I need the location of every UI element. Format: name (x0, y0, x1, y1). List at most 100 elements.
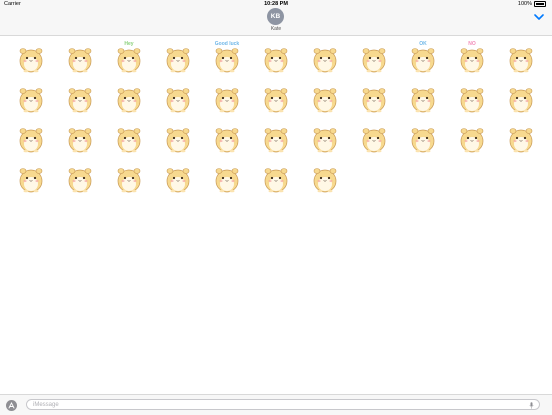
hamster-image (166, 88, 189, 113)
battery-status: 100% (518, 1, 546, 7)
hamster-sticker-1[interactable] (6, 38, 55, 78)
hamster-sticker-22[interactable] (496, 78, 545, 118)
hamster-image (509, 48, 532, 73)
hamster-image (264, 168, 287, 193)
sticker-caption: Good luck (214, 41, 239, 47)
status-bar: Carrier 10:28 PM 100% (0, 0, 552, 8)
hamster-image (166, 168, 189, 193)
hamster-sticker-31[interactable] (398, 118, 447, 158)
app-store-icon (8, 402, 15, 409)
hamster-image (509, 128, 532, 153)
hamster-image (460, 88, 483, 113)
hamster-image (264, 88, 287, 113)
hamster-sticker-9[interactable]: OK (398, 38, 447, 78)
hamster-sticker-40[interactable] (300, 158, 349, 198)
sticker-grid: Hey Good luck OK NO (6, 38, 546, 198)
contact-name[interactable]: Kate (0, 26, 552, 32)
hamster-image (117, 128, 140, 153)
hamster-image (362, 128, 385, 153)
sticker-caption: NO (468, 41, 476, 47)
hamster-image (313, 88, 336, 113)
battery-percentage: 100% (517, 1, 532, 7)
hamster-sticker-13[interactable] (55, 78, 104, 118)
hamster-sticker-16[interactable] (202, 78, 251, 118)
hamster-sticker-32[interactable] (447, 118, 496, 158)
hamster-sticker-34[interactable] (6, 158, 55, 198)
hamster-sticker-30[interactable] (349, 118, 398, 158)
message-bar: iMessage (0, 394, 552, 415)
status-time: 10:28 PM (264, 1, 288, 7)
hamster-image (68, 168, 91, 193)
hamster-image (509, 88, 532, 113)
conversation-header: KB Kate (0, 8, 552, 36)
hamster-image (166, 128, 189, 153)
hamster-sticker-18[interactable] (300, 78, 349, 118)
hamster-sticker-20[interactable] (398, 78, 447, 118)
hamster-image (215, 168, 238, 193)
hamster-sticker-17[interactable] (251, 78, 300, 118)
message-input[interactable]: iMessage (26, 399, 540, 410)
sticker-caption: Hey (124, 41, 133, 47)
hamster-sticker-37[interactable] (153, 158, 202, 198)
hamster-image: Good luck (214, 41, 239, 73)
hamster-image (19, 88, 42, 113)
hamster-image (362, 48, 385, 73)
hamster-image (68, 88, 91, 113)
hamster-sticker-10[interactable]: NO (447, 38, 496, 78)
hamster-image (117, 168, 140, 193)
hamster-image (19, 168, 42, 193)
hamster-image: Hey (117, 41, 140, 73)
hamster-sticker-33[interactable] (496, 118, 545, 158)
hamster-sticker-23[interactable] (6, 118, 55, 158)
contact-avatar[interactable]: KB (267, 8, 284, 25)
hamster-image (264, 48, 287, 73)
hamster-sticker-38[interactable] (202, 158, 251, 198)
hamster-sticker-14[interactable] (104, 78, 153, 118)
hamster-sticker-36[interactable] (104, 158, 153, 198)
hamster-sticker-24[interactable] (55, 118, 104, 158)
hamster-image (19, 128, 42, 153)
hamster-image (68, 128, 91, 153)
hamster-sticker-6[interactable] (251, 38, 300, 78)
chevron-down-icon[interactable] (534, 13, 544, 21)
hamster-image (215, 128, 238, 153)
microphone-icon[interactable] (529, 402, 534, 409)
hamster-sticker-2[interactable] (55, 38, 104, 78)
hamster-sticker-28[interactable] (251, 118, 300, 158)
hamster-sticker-27[interactable] (202, 118, 251, 158)
hamster-image: NO (460, 41, 483, 73)
hamster-image (68, 48, 91, 73)
hamster-image (411, 128, 434, 153)
sticker-caption: OK (419, 41, 427, 47)
hamster-image (362, 88, 385, 113)
hamster-image (313, 48, 336, 73)
hamster-sticker-3[interactable]: Hey (104, 38, 153, 78)
hamster-sticker-39[interactable] (251, 158, 300, 198)
hamster-sticker-15[interactable] (153, 78, 202, 118)
hamster-sticker-4[interactable] (153, 38, 202, 78)
hamster-sticker-12[interactable] (6, 78, 55, 118)
hamster-sticker-35[interactable] (55, 158, 104, 198)
hamster-image (264, 128, 287, 153)
hamster-sticker-21[interactable] (447, 78, 496, 118)
hamster-image (460, 128, 483, 153)
app-store-button[interactable] (6, 400, 17, 411)
hamster-sticker-29[interactable] (300, 118, 349, 158)
hamster-sticker-8[interactable] (349, 38, 398, 78)
hamster-image (117, 88, 140, 113)
hamster-sticker-19[interactable] (349, 78, 398, 118)
hamster-sticker-5[interactable]: Good luck (202, 38, 251, 78)
hamster-image (215, 88, 238, 113)
hamster-image (313, 168, 336, 193)
hamster-sticker-26[interactable] (153, 118, 202, 158)
battery-icon (534, 1, 546, 7)
message-placeholder: iMessage (33, 402, 59, 408)
hamster-image (166, 48, 189, 73)
hamster-sticker-7[interactable] (300, 38, 349, 78)
hamster-sticker-11[interactable] (496, 38, 545, 78)
hamster-image (411, 88, 434, 113)
hamster-image (313, 128, 336, 153)
hamster-image: OK (411, 41, 434, 73)
hamster-image (19, 48, 42, 73)
hamster-sticker-25[interactable] (104, 118, 153, 158)
